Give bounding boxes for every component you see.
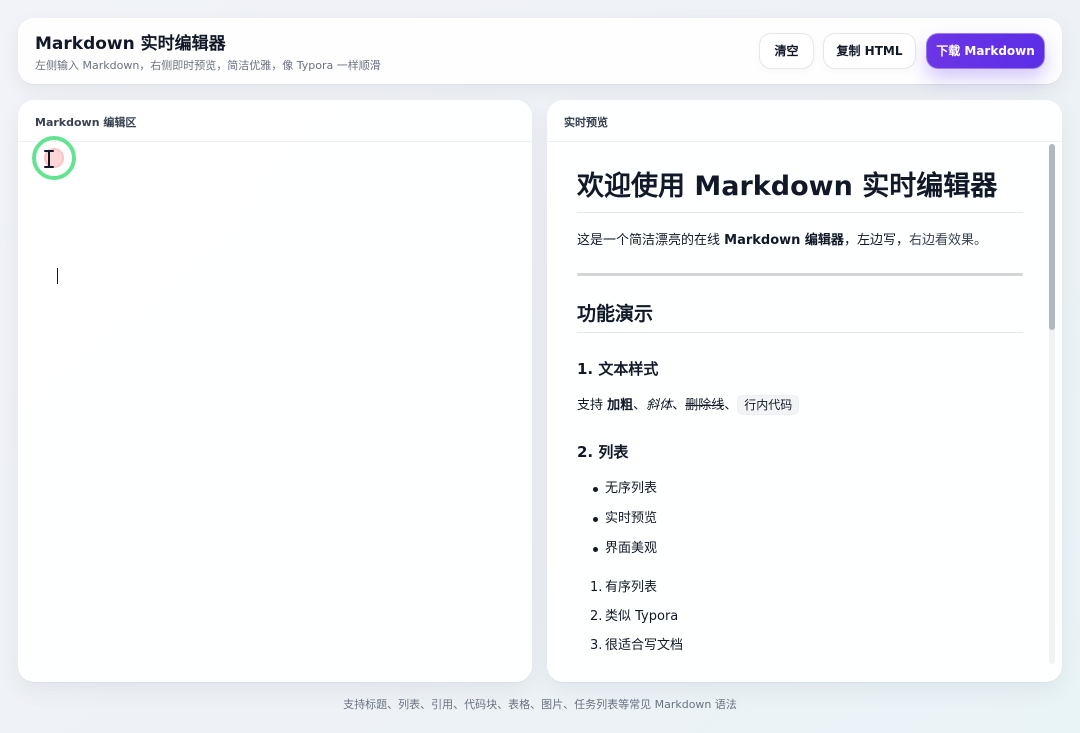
preview-h2: 功能演示 [577, 303, 654, 325]
preview-intro-strong: Markdown 编辑器 [724, 233, 844, 248]
preview-panel-label: 实时预览 [564, 116, 608, 129]
style-sep-2: 、 [672, 398, 686, 413]
list-item-text: 实时预览 [605, 511, 658, 526]
text-cursor-icon [44, 150, 54, 168]
preview-intro-prefix: 这是一个简洁漂亮的在线 [577, 233, 725, 248]
copy-html-button[interactable]: 复制 HTML [823, 33, 916, 69]
editor-panel-header: Markdown 编辑区 [18, 100, 532, 142]
style-inline-code: 行内代码 [737, 395, 800, 415]
pointer-highlight [32, 136, 76, 180]
style-sep-3: 、 [724, 398, 738, 413]
list-item-text: 无序列表 [605, 481, 658, 496]
text-caret [57, 268, 58, 284]
preview-h2-rule [577, 332, 1023, 333]
editor-panel-label: Markdown 编辑区 [35, 116, 137, 129]
bullet-icon [593, 487, 598, 492]
preview-panel-header: 实时预览 [547, 100, 1062, 142]
footer-hint: 支持标题、列表、引用、代码块、表格、图片、任务列表等常见 Markdown 语法 [343, 698, 737, 711]
preview-intro-suffix-b: 右边看效果。 [908, 233, 987, 248]
style-bold: 加粗 [607, 398, 634, 413]
style-prefix: 支持 [577, 398, 608, 413]
style-italic: 斜体 [646, 398, 673, 413]
preview-scrollbar-thumb[interactable] [1049, 144, 1055, 330]
list-number: 1. [590, 580, 603, 595]
style-sep-1: 、 [633, 398, 647, 413]
preview-intro-paragraph: 这是一个简洁漂亮的在线 Markdown 编辑器，左边写，右边看效果。 [577, 232, 987, 250]
preview-intro-suffix-a: ，左边写， [843, 233, 909, 248]
preview-h1-rule [577, 212, 1023, 213]
list-number: 3. [590, 638, 603, 653]
list-item-text: 界面美观 [605, 541, 658, 556]
bullet-icon [593, 517, 598, 522]
clear-button[interactable]: 清空 [759, 33, 814, 69]
download-markdown-button[interactable]: 下载 Markdown [926, 33, 1045, 69]
preview-scroll-area[interactable]: 欢迎使用 Markdown 实时编辑器 这是一个简洁漂亮的在线 Markdown… [547, 142, 1062, 682]
preview-scrollbar[interactable] [1049, 144, 1055, 664]
preview-h1: 欢迎使用 Markdown 实时编辑器 [577, 171, 998, 202]
list-number: 2. [590, 609, 603, 624]
preview-horizontal-rule [577, 273, 1023, 276]
app-title: Markdown 实时编辑器 [35, 34, 226, 54]
markdown-editor-textarea[interactable] [34, 144, 516, 666]
list-item-text: 类似 Typora [605, 609, 679, 624]
preview-text-styles-line: 支持 加粗、斜体、删除线、 行内代码 [577, 395, 800, 415]
preview-section-lists: 2. 列表 [577, 443, 629, 461]
app-subtitle: 左侧输入 Markdown，右侧即时预览，简洁优雅，像 Typora 一样顺滑 [35, 59, 381, 72]
list-item-text: 有序列表 [605, 580, 658, 595]
bullet-icon [593, 547, 598, 552]
preview-section-text-styles: 1. 文本样式 [577, 360, 659, 378]
style-strikethrough: 删除线 [685, 398, 725, 413]
header-card: Markdown 实时编辑器 左侧输入 Markdown，右侧即时预览，简洁优雅… [18, 18, 1062, 84]
preview-panel: 实时预览 欢迎使用 Markdown 实时编辑器 这是一个简洁漂亮的在线 Mar… [547, 100, 1062, 682]
list-item-text: 很适合写文档 [605, 638, 684, 653]
editor-panel: Markdown 编辑区 [18, 100, 532, 682]
